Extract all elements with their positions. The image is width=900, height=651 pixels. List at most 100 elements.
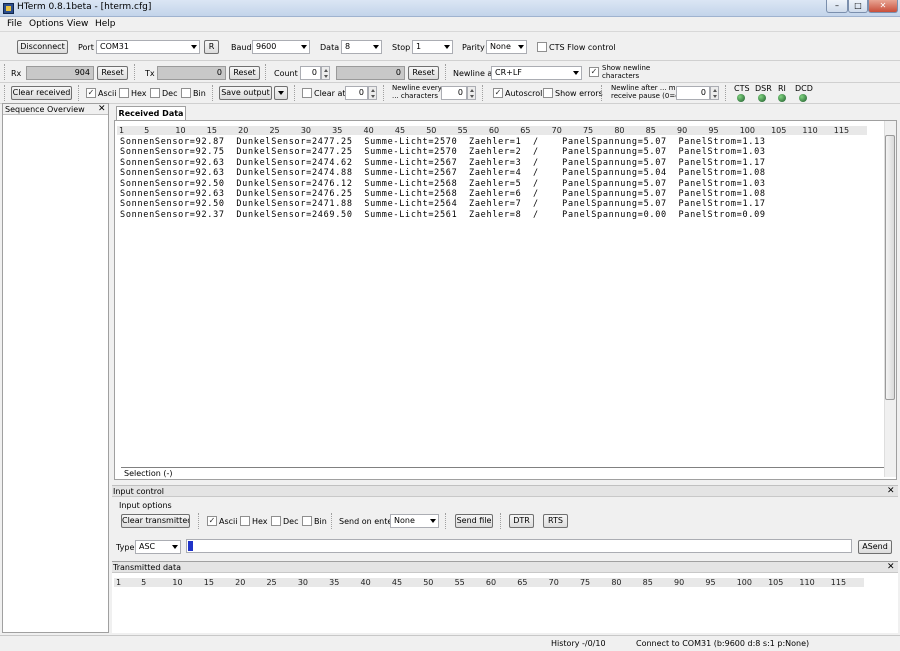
count-reset-button[interactable]: Reset [408, 66, 439, 80]
count-input[interactable]: 0 [300, 66, 321, 80]
port-select[interactable]: COM31 [96, 40, 200, 54]
newline-every-label-line2: ... characters [392, 92, 439, 100]
save-output-button[interactable]: Save output [219, 86, 272, 100]
type-value: ASC [139, 542, 156, 551]
rx-ascii-label: Ascii [98, 89, 117, 98]
ruler-mark: 75 [582, 126, 594, 135]
save-output-menu-button[interactable] [274, 86, 288, 100]
tx-dec-checkbox[interactable] [271, 516, 281, 526]
asend-button[interactable]: ASend [858, 540, 892, 554]
window-title: HTerm 0.8.1beta - [hterm.cfg] [17, 2, 152, 12]
maximize-icon[interactable]: □ [848, 0, 868, 13]
clear-received-button[interactable]: Clear received [11, 86, 72, 100]
newline-at-select[interactable]: CR+LF [491, 66, 582, 80]
show-newline-label-line2: characters [602, 72, 640, 80]
port-label: Port [78, 43, 94, 52]
menu-options[interactable]: Options [29, 19, 64, 29]
baud-value: 9600 [256, 42, 277, 51]
newline-after-label-line1: Newline after ... ms [611, 84, 680, 92]
clear-transmitted-button[interactable]: Clear transmitted [121, 514, 190, 528]
tx-bin-label: Bin [314, 517, 327, 526]
rx-ascii-checkbox[interactable]: ✓ [86, 88, 96, 98]
cts-label: CTS [734, 84, 750, 93]
close-icon[interactable]: ✕ [887, 562, 895, 572]
ruler-mark: 60 [485, 578, 497, 587]
rx-reset-button[interactable]: Reset [97, 66, 128, 80]
refresh-ports-button[interactable]: R [204, 40, 219, 54]
show-errors-checkbox[interactable] [543, 88, 553, 98]
newline-every-spinner[interactable] [467, 86, 476, 100]
ruler-mark: 10 [175, 126, 186, 135]
send-on-enter-select[interactable]: None [390, 514, 439, 528]
close-icon[interactable]: ✕ [887, 486, 895, 496]
newline-every-input[interactable]: 0 [441, 86, 467, 100]
rts-button[interactable]: RTS [543, 514, 568, 528]
received-line: SonnenSensor=92.63 DunkelSensor=2474.88 … [120, 168, 766, 179]
clear-at-spinner[interactable] [368, 86, 377, 100]
send-file-button[interactable]: Send file [455, 514, 493, 528]
disconnect-button[interactable]: Disconnect [17, 40, 68, 54]
show-newline-label: Show newline characters [602, 64, 650, 80]
newline-after-input[interactable]: 0 [676, 86, 710, 100]
menu-view[interactable]: View [67, 19, 88, 29]
input-control-title: Input control [113, 487, 164, 496]
count-spinner[interactable] [321, 66, 330, 80]
received-line: SonnenSensor=92.63 DunkelSensor=2476.25 … [120, 189, 766, 199]
connection-status: Connect to COM31 (b:9600 d:8 s:1 p:None) [636, 639, 810, 648]
parity-select[interactable]: None [486, 40, 527, 54]
toolbar-separator [4, 64, 6, 80]
received-line: SonnenSensor=92.63 DunkelSensor=2474.62 … [120, 157, 766, 168]
newline-after-spinner[interactable] [710, 86, 719, 100]
close-icon[interactable]: ✕ [868, 0, 898, 13]
received-line: SonnenSensor=92.50 DunkelSensor=2476.12 … [120, 178, 766, 189]
send-input[interactable] [186, 539, 852, 553]
menu-help[interactable]: Help [95, 19, 116, 29]
menu-file[interactable]: File [7, 19, 22, 29]
ruler-mark: 115 [830, 578, 847, 587]
transmitted-data-panel[interactable]: Transmitted data ✕ 1 5 10 15 20 25 30 35 40 45 50 5… [112, 561, 898, 633]
dsr-led-icon [758, 94, 766, 102]
ruler-mark: 65 [520, 126, 531, 135]
sequence-overview-title: Sequence Overview [5, 105, 85, 114]
history-status: History -/0/10 [551, 639, 606, 648]
chevron-down-icon [191, 45, 197, 49]
tab-received-data[interactable]: Received Data [116, 106, 186, 120]
rx-hex-checkbox[interactable] [119, 88, 129, 98]
rx-bin-checkbox[interactable] [181, 88, 191, 98]
scrollbar-thumb[interactable] [885, 135, 895, 400]
received-data-area[interactable]: 1 5 10 15 20 25 30 35 40 45 50 55 60 65 70 75 80 85 90 95 10… [114, 120, 897, 480]
tx-reset-button[interactable]: Reset [229, 66, 260, 80]
ruler-mark: 30 [300, 126, 312, 135]
minimize-icon[interactable]: – [826, 0, 848, 13]
show-newline-checkbox[interactable]: ✓ [589, 67, 599, 77]
cts-flow-checkbox[interactable] [537, 42, 547, 52]
ruler-mark: 55 [457, 126, 468, 135]
chevron-down-icon [430, 519, 436, 523]
tx-bin-checkbox[interactable] [302, 516, 312, 526]
send-on-enter-label: Send on enter [339, 517, 396, 526]
data-bits-select[interactable]: 8 [341, 40, 382, 54]
tx-ascii-checkbox[interactable]: ✓ [207, 516, 217, 526]
menu-bar: File Options View Help [0, 17, 900, 32]
transmitted-data-header: Transmitted data ✕ [112, 562, 898, 573]
rx-dec-checkbox[interactable] [150, 88, 160, 98]
ruler-mark: 85 [645, 126, 656, 135]
autoscroll-checkbox[interactable]: ✓ [493, 88, 503, 98]
port-value: COM31 [100, 42, 129, 51]
clear-at-input[interactable]: 0 [345, 86, 368, 100]
ruler-mark: 70 [551, 126, 562, 135]
dtr-button[interactable]: DTR [509, 514, 534, 528]
close-icon[interactable]: ✕ [98, 104, 106, 114]
ruler-mark: 10 [172, 578, 183, 587]
ruler-mark: 95 [708, 126, 719, 135]
tx-ascii-label: Ascii [219, 517, 238, 526]
stop-bits-select[interactable]: 1 [412, 40, 453, 54]
type-select[interactable]: ASC [135, 540, 181, 554]
baud-select[interactable]: 9600 [252, 40, 310, 54]
tx-hex-checkbox[interactable] [240, 516, 250, 526]
ruler-mark: 80 [614, 126, 625, 135]
column-ruler: 1 5 10 15 20 25 30 35 40 45 50 55 60 65 70 75 80 85 90 95 10… [117, 126, 867, 135]
newline-at-label: Newline at [453, 69, 496, 78]
clear-at-checkbox[interactable] [302, 88, 312, 98]
toolbar-separator [78, 85, 80, 101]
